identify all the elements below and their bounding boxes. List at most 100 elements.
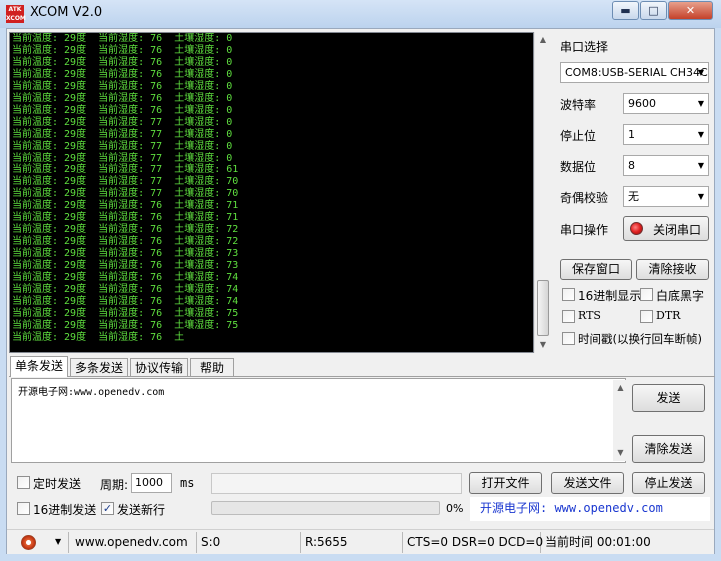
send-newline-checkbox[interactable]: ✓ [101,502,114,515]
terminal-line: 当前温度: 29度 当前湿度: 76 土壤湿度: 74 [12,295,239,307]
chevron-down-icon: ▼ [697,68,704,77]
maximize-button[interactable]: □ [640,1,667,20]
terminal-line: 当前温度: 29度 当前湿度: 76 土壤湿度: 73 [12,248,239,260]
receive-terminal[interactable]: 当前温度: 29度 当前湿度: 76 土壤湿度: 0 当前温度: 29度 当前湿度… [9,32,534,353]
tab-protocol[interactable]: 协议传输 [130,358,188,377]
terminal-line: 当前温度: 29度 当前湿度: 77 土壤湿度: 61 [12,164,239,176]
send-scrollbar[interactable]: ▲ ▼ [613,380,628,461]
terminal-line: 当前温度: 29度 当前湿度: 77 土壤湿度: 0 [12,116,233,128]
period-input[interactable]: 1000 [131,473,172,493]
send-newline-label: 发送新行 [117,503,166,517]
stop-bits-select[interactable]: 1 ▼ [623,124,709,145]
timestamp-label: 时间戳(以换行回车断帧) [578,332,702,346]
file-path-field[interactable] [211,473,462,494]
send-textarea[interactable]: 开源电子网:www.openedv.com [11,378,626,463]
white-black-checkbox[interactable] [640,288,653,301]
hex-send-checkbox[interactable] [17,502,30,515]
settings-menu[interactable]: ▼ [9,532,69,553]
chevron-down-icon: ▼ [697,99,704,108]
terminal-line: 当前温度: 29度 当前湿度: 76 土壤湿度: 74 [12,272,239,284]
status-current-time: 当前时间 00:01:00 [545,535,651,549]
terminal-scrollbar[interactable]: ▲ ▼ [534,32,550,353]
hex-display-checkbox[interactable] [562,288,575,301]
terminal-line: 当前温度: 29度 当前湿度: 77 土壤湿度: 70 [12,176,239,188]
stop-bits-value: 1 [628,128,635,141]
scroll-up-icon[interactable]: ▲ [535,32,551,48]
status-led-icon [630,222,643,235]
terminal-line: 当前温度: 29度 当前湿度: 76 土壤湿度: 72 [12,236,239,248]
send-text: 开源电子网:www.openedv.com [18,387,165,398]
terminal-line: 当前温度: 29度 当前湿度: 76 土壤湿度: 0 [12,92,233,104]
status-url[interactable]: www.openedv.com [71,532,197,553]
clear-send-button[interactable]: 清除发送 [632,435,705,463]
chevron-down-icon: ▼ [697,192,704,201]
data-bits-select[interactable]: 8 ▼ [623,155,709,176]
hex-send-label: 16进制发送 [33,503,97,517]
close-port-button[interactable]: 关闭串口 [623,216,709,241]
terminal-line: 当前温度: 29度 当前湿度: 77 土壤湿度: 0 [12,152,233,164]
scroll-down-icon[interactable]: ▼ [535,337,551,353]
timestamp-checkbox[interactable] [562,332,575,345]
app-icon: ATK XCOM [6,5,26,23]
terminal-line: 当前温度: 29度 当前湿度: 76 土壤湿度: 0 [12,33,233,44]
dtr-label: DTR [656,309,681,322]
scroll-down-icon[interactable]: ▼ [613,445,628,461]
terminal-line: 当前温度: 29度 当前湿度: 76 土壤湿度: 71 [12,212,239,224]
scroll-thumb[interactable] [537,280,549,336]
port-label: 串口选择 [560,40,609,54]
send-progress-bar [211,501,440,515]
timed-send-label: 定时发送 [33,477,82,491]
tab-multi-send[interactable]: 多条发送 [70,358,128,377]
status-received-count: R:5655 [301,532,403,553]
clear-receive-button[interactable]: 清除接收 [636,259,709,280]
period-label: 周期: [100,478,129,492]
data-bits-value: 8 [628,159,635,172]
terminal-line: 当前温度: 29度 当前湿度: 76 土壤湿度: 75 [12,319,239,331]
tab-single-send[interactable]: 单条发送 [10,356,68,377]
terminal-line: 当前温度: 29度 当前湿度: 76 土壤湿度: 0 [12,104,233,116]
terminal-line: 当前温度: 29度 当前湿度: 76 土 [12,331,185,343]
data-bits-label: 数据位 [560,160,597,174]
chevron-down-icon: ▼ [697,130,704,139]
timed-send-checkbox[interactable] [17,476,30,489]
receive-text: 当前温度: 29度 当前湿度: 76 土壤湿度: 0 当前温度: 29度 当前湿度… [12,33,532,344]
status-bar: ▼ www.openedv.com S:0 R:5655 CTS=0 DSR=0… [7,529,714,554]
stop-send-button[interactable]: 停止发送 [632,472,705,494]
port-select[interactable]: COM8:USB-SERIAL CH34C ▼ [560,62,709,83]
send-file-button[interactable]: 发送文件 [551,472,624,494]
close-button[interactable]: ✕ [668,1,713,20]
baud-label: 波特率 [560,98,597,112]
title-bar[interactable]: ATK XCOM XCOM V2.0 ▬ □ ✕ [0,0,721,28]
parity-select[interactable]: 无 ▼ [623,186,709,207]
openedv-banner[interactable]: 开源电子网: www.openedv.com [470,497,710,521]
terminal-line: 当前温度: 29度 当前湿度: 77 土壤湿度: 0 [12,140,233,152]
save-window-button[interactable]: 保存窗口 [560,259,632,280]
port-value: COM8:USB-SERIAL CH34C [565,66,708,79]
white-black-label: 白底黑字 [656,289,705,303]
chevron-down-icon[interactable]: ▼ [55,532,61,552]
open-file-button[interactable]: 打开文件 [469,472,542,494]
send-button[interactable]: 发送 [632,384,705,412]
dtr-checkbox[interactable] [640,310,653,323]
baud-select[interactable]: 9600 ▼ [623,93,709,114]
terminal-line: 当前温度: 29度 当前湿度: 76 土壤湿度: 0 [12,80,233,92]
hex-display-label: 16进制显示 [578,289,642,303]
terminal-line: 当前温度: 29度 当前湿度: 76 土壤湿度: 0 [12,56,233,68]
terminal-line: 当前温度: 29度 当前湿度: 76 土壤湿度: 71 [12,200,239,212]
status-line-signals: CTS=0 DSR=0 DCD=0 [403,532,543,553]
close-port-label: 关闭串口 [653,223,702,237]
window-title: XCOM V2.0 [30,5,103,20]
terminal-line: 当前温度: 29度 当前湿度: 77 土壤湿度: 70 [12,188,239,200]
parity-value: 无 [628,190,639,203]
rts-checkbox[interactable] [562,310,575,323]
terminal-line: 当前温度: 29度 当前湿度: 76 土壤湿度: 74 [12,284,239,296]
terminal-line: 当前温度: 29度 当前湿度: 76 土壤湿度: 75 [12,307,239,319]
minimize-button[interactable]: ▬ [612,1,639,20]
chevron-down-icon: ▼ [697,161,704,170]
scroll-up-icon[interactable]: ▲ [613,380,628,396]
terminal-line: 当前温度: 29度 当前湿度: 76 土壤湿度: 0 [12,68,233,80]
baud-value: 9600 [628,97,656,110]
tab-help[interactable]: 帮助 [190,358,234,377]
tab-divider [9,376,715,377]
gear-icon[interactable] [21,535,36,550]
